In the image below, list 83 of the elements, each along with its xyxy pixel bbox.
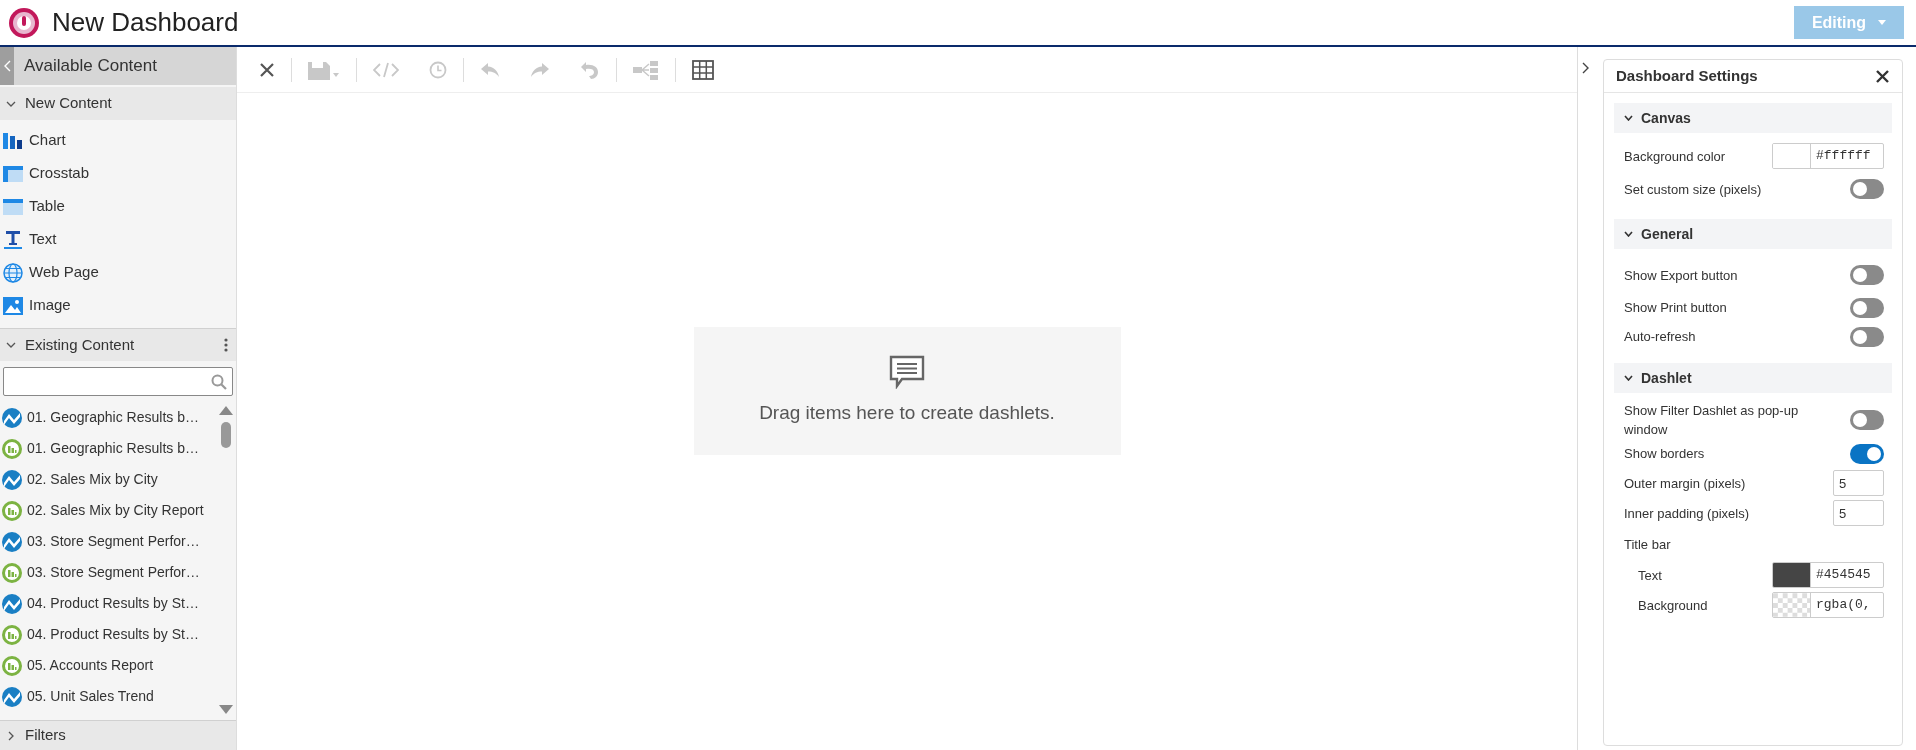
redo-icon [530, 61, 550, 78]
scroll-down-icon [219, 705, 233, 714]
setting-label: Outer margin (pixels) [1624, 474, 1746, 493]
color-field[interactable]: #454545 [1772, 562, 1884, 588]
search-field[interactable] [3, 367, 233, 396]
search-icon [211, 373, 227, 390]
chevron-right-icon [1581, 62, 1589, 74]
toggle-switch[interactable] [1850, 326, 1884, 347]
section-header[interactable]: Existing Content [0, 328, 236, 361]
setting-label: Background color [1624, 147, 1726, 166]
content-type-item[interactable]: Image [0, 289, 236, 322]
code-icon [373, 61, 399, 78]
existing-content-item[interactable]: 04. Product Results by St… [0, 588, 216, 619]
close-icon [1875, 69, 1889, 83]
content-type-item[interactable]: Web Page [0, 256, 236, 289]
toggle-switch[interactable] [1850, 297, 1884, 318]
content-type-item[interactable]: Crosstab [0, 157, 236, 190]
setting-label: Show borders [1624, 445, 1706, 463]
close-icon [259, 61, 275, 78]
message-icon [889, 354, 925, 389]
chevron-down-icon [1624, 231, 1633, 237]
section-header[interactable]: Canvas [1614, 103, 1892, 133]
dashboard-title: New Dashboard [52, 6, 239, 39]
text-icon [3, 229, 23, 250]
setting-label: Auto-refresh [1624, 328, 1697, 346]
toggle-switch[interactable] [1850, 265, 1884, 285]
existing-content-item[interactable]: 03. Store Segment Perfor… [0, 526, 216, 557]
bar-chart-icon [3, 130, 23, 151]
save-icon [308, 59, 340, 80]
scrollbar-thumb [221, 422, 231, 448]
toggle-switch[interactable] [1850, 179, 1884, 199]
existing-content-item[interactable]: 02. Sales Mix by City [0, 464, 216, 495]
toggle-switch[interactable] [1850, 443, 1884, 464]
existing-content-item[interactable]: 05. Accounts Report [0, 650, 216, 681]
close-button[interactable] [1874, 68, 1890, 84]
logo-icon [8, 6, 40, 39]
image-icon [3, 295, 23, 316]
chevron-right-icon [6, 730, 16, 741]
table-icon [3, 196, 23, 217]
setting-label: Background [1638, 596, 1708, 615]
chevron-left-icon [3, 60, 11, 72]
collapse-button[interactable] [0, 47, 14, 85]
section-header[interactable]: Filters [0, 720, 236, 750]
crosstab-icon [3, 163, 23, 184]
setting-label: Inner padding (pixels) [1624, 504, 1750, 523]
toggle-switch[interactable] [1850, 410, 1884, 430]
chevron-down-icon [6, 340, 16, 350]
number-field[interactable]: 5 [1833, 470, 1884, 496]
color-field[interactable]: #ffffff [1772, 143, 1884, 169]
existing-content-item[interactable]: 01. Geographic Results b… [0, 433, 216, 464]
existing-content-item[interactable]: 01. Geographic Results b… [0, 402, 216, 433]
panel-title: Available Content [24, 55, 157, 78]
setting-label: Show Export button [1624, 266, 1739, 285]
content-type-item[interactable]: Table [0, 190, 236, 223]
section-header[interactable]: General [1614, 219, 1892, 249]
content-type-item[interactable]: Text [0, 223, 236, 256]
content-type-item[interactable]: Chart [0, 124, 236, 157]
existing-content-item[interactable]: 05. Unit Sales Trend [0, 681, 216, 712]
section-header[interactable]: Dashlet [1614, 363, 1892, 393]
setting-label: Title bar [1624, 535, 1671, 554]
chevron-down-icon [1624, 375, 1633, 381]
number-field[interactable]: 5 [1833, 500, 1884, 526]
existing-content-item[interactable]: 04. Product Results by St… [0, 619, 216, 650]
scroll-up-icon [219, 406, 233, 415]
caret-icon [1878, 20, 1887, 25]
color-field[interactable]: rgba(0, [1772, 592, 1884, 618]
clock-icon [429, 60, 447, 79]
existing-content-item[interactable]: 03. Store Segment Perfor… [0, 557, 216, 588]
grid-icon [692, 59, 714, 80]
setting-label: Show Filter Dashlet as pop-up window [1624, 402, 1800, 439]
undo-icon [480, 61, 500, 78]
section-header[interactable]: New Content [0, 87, 236, 120]
settings-title: Dashboard Settings [1616, 65, 1758, 86]
hierarchy-icon [633, 59, 659, 80]
reset-icon [580, 60, 600, 79]
chevron-down-icon [1624, 115, 1633, 121]
existing-content-item[interactable]: 02. Sales Mix by City Report [0, 495, 216, 526]
setting-label: Set custom size (pixels) [1624, 180, 1763, 199]
globe-icon [3, 262, 23, 283]
drop-hint: Drag items here to create dashlets. [759, 400, 1055, 425]
setting-label: Show Print button [1624, 299, 1728, 317]
more-options-icon [224, 338, 228, 352]
setting-label: Text [1638, 566, 1662, 585]
